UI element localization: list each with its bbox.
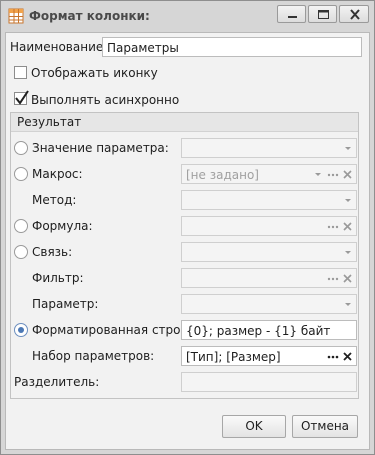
name-label: Наименование:: [10, 40, 108, 54]
chevron-down-icon: [345, 303, 351, 306]
link-dropdown[interactable]: [181, 242, 357, 262]
close-button[interactable]: [339, 5, 369, 23]
formula-field[interactable]: [181, 216, 357, 236]
title-bar[interactable]: Формат колонки:: [1, 1, 374, 32]
method-dropdown[interactable]: [181, 190, 357, 210]
async-checkbox[interactable]: [14, 90, 29, 105]
formatted-string-value: {0}; размер - {1} байт: [186, 324, 331, 338]
dialog-client-area: Наименование: Параметры Отображать иконк…: [5, 32, 370, 450]
macro-label[interactable]: Макрос:: [32, 167, 83, 181]
param-value-label[interactable]: Значение параметра:: [32, 141, 169, 155]
filter-field[interactable]: [181, 268, 357, 288]
result-group: Результат Значение параметра: Макрос: [н…: [10, 112, 359, 399]
result-group-title: Результат: [17, 115, 82, 129]
chevron-down-icon: [345, 251, 351, 254]
show-icon-checkbox[interactable]: [14, 66, 27, 79]
maximize-icon: [318, 10, 329, 19]
parameter-label: Параметр:: [32, 297, 99, 311]
link-label[interactable]: Связь:: [32, 245, 72, 259]
minimize-icon: [288, 16, 297, 18]
formatted-string-label[interactable]: Форматированная строка:: [32, 323, 199, 337]
maximize-button[interactable]: [308, 5, 337, 23]
minimize-button[interactable]: [277, 5, 306, 23]
formatted-string-field[interactable]: {0}; размер - {1} байт: [181, 320, 357, 340]
ok-button[interactable]: OK: [222, 415, 286, 438]
link-radio[interactable]: [14, 245, 28, 259]
checkmark-icon: [15, 90, 29, 105]
chevron-down-icon: [345, 199, 351, 202]
separator-field[interactable]: [181, 372, 357, 392]
async-label[interactable]: Выполнять асинхронно: [31, 93, 179, 107]
formula-radio[interactable]: [14, 219, 28, 233]
parameter-dropdown[interactable]: [181, 294, 357, 314]
show-icon-label[interactable]: Отображать иконку: [31, 66, 158, 80]
macro-field[interactable]: [не задано]: [181, 164, 357, 184]
ellipsis-icon[interactable]: [326, 349, 340, 363]
ellipsis-icon[interactable]: [326, 219, 340, 233]
clear-icon[interactable]: [341, 349, 355, 363]
filter-label: Фильтр:: [32, 271, 84, 285]
ellipsis-icon[interactable]: [326, 167, 340, 181]
result-group-header: Результат: [11, 113, 358, 132]
separator-label: Разделитель:: [14, 375, 100, 389]
chevron-down-icon[interactable]: [312, 167, 324, 181]
table-icon: [8, 8, 24, 24]
dialog-window: Формат колонки: Наименование: Параметры …: [0, 0, 375, 455]
name-value: Параметры: [107, 41, 179, 55]
param-set-label: Набор параметров:: [32, 349, 155, 363]
formula-label[interactable]: Формула:: [32, 219, 93, 233]
close-icon: [350, 9, 360, 20]
clear-icon[interactable]: [341, 219, 355, 233]
chevron-down-icon: [345, 147, 351, 150]
ellipsis-icon[interactable]: [326, 271, 340, 285]
macro-radio[interactable]: [14, 167, 28, 181]
macro-value: [не задано]: [186, 168, 259, 182]
param-set-field[interactable]: [Тип]; [Размер]: [181, 346, 357, 366]
method-label: Метод:: [32, 193, 77, 207]
param-value-radio[interactable]: [14, 141, 28, 155]
param-set-value: [Тип]; [Размер]: [186, 350, 281, 364]
name-field[interactable]: Параметры: [102, 37, 362, 57]
cancel-button[interactable]: Отмена: [292, 415, 358, 438]
clear-icon[interactable]: [341, 167, 355, 181]
formatted-string-radio[interactable]: [14, 323, 28, 337]
window-title: Формат колонки:: [29, 9, 150, 23]
param-value-dropdown[interactable]: [181, 138, 357, 158]
clear-icon[interactable]: [341, 271, 355, 285]
